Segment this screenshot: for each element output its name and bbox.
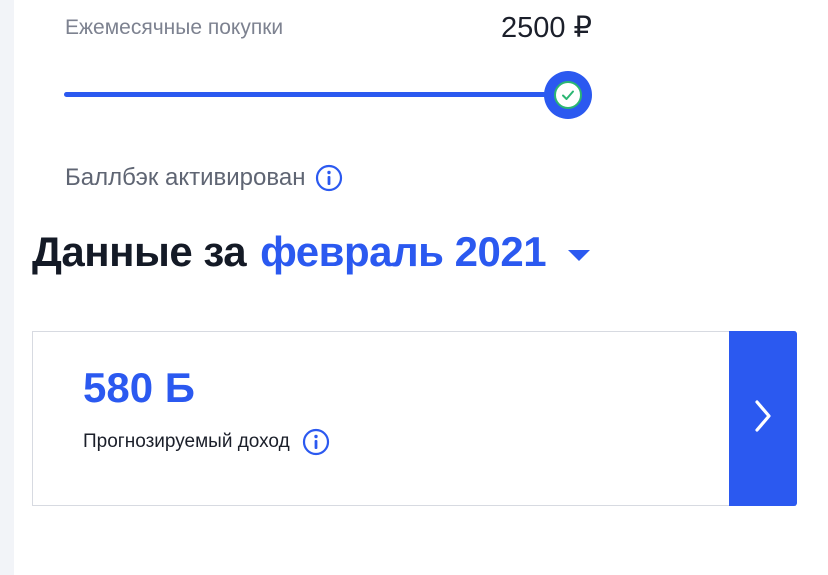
info-icon[interactable]: [315, 164, 343, 192]
slider-track[interactable]: [64, 92, 564, 97]
caret-down-icon[interactable]: [568, 249, 591, 261]
monthly-purchases-value: 2500 ₽: [500, 12, 592, 44]
chevron-right-icon: [751, 398, 775, 439]
info-icon[interactable]: [302, 428, 330, 456]
forecast-label-row: Прогнозируемый доход: [83, 428, 330, 456]
slider-thumb[interactable]: [544, 71, 592, 119]
heading-static-text: Данные за: [32, 228, 247, 275]
page: Ежемесячные покупки 2500 ₽ Баллбэк актив…: [0, 0, 828, 575]
cashback-status-text: Баллбэк активирован: [65, 164, 306, 191]
cashback-status-row: Баллбэк активирован: [65, 164, 343, 192]
period-selector[interactable]: февраль 2021: [260, 228, 547, 276]
forecast-amount: 580 Б: [83, 364, 195, 411]
monthly-purchases-label: Ежемесячные покупки: [65, 16, 284, 39]
left-edge-strip: [0, 0, 14, 575]
card-open-button[interactable]: [728, 330, 797, 506]
check-circle-icon: [554, 81, 582, 109]
forecast-label: Прогнозируемый доход: [83, 431, 290, 452]
forecast-income-card[interactable]: 580 Б Прогнозируемый доход: [32, 330, 797, 506]
period-heading: Данные за февраль 2021: [32, 228, 591, 276]
